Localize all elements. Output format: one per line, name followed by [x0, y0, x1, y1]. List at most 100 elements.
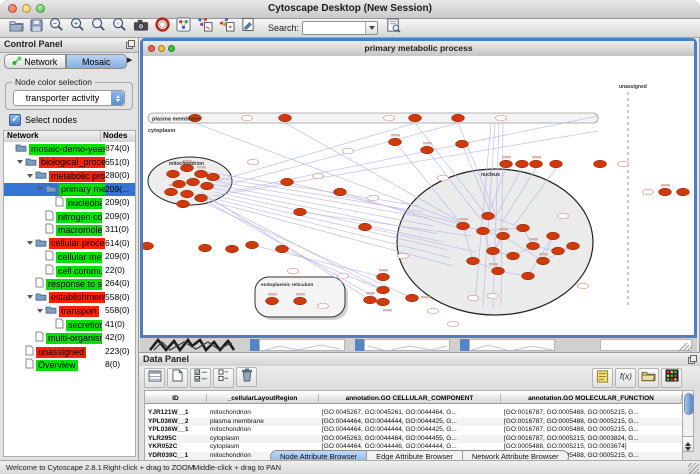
disclosure-arrow-icon[interactable] [27, 170, 35, 184]
tree-row[interactable]: cellular process614(0) [4, 237, 135, 251]
tree-row[interactable]: metabolic process280(0) [4, 169, 135, 183]
network-node[interactable] [377, 273, 390, 281]
node-color-dropdown[interactable]: transporter activity [13, 90, 125, 106]
network-node[interactable] [195, 170, 208, 178]
table-cell[interactable]: [GO:0016787, GO:0005488, GO:0005215, G..… [501, 418, 682, 427]
network-node[interactable] [281, 178, 294, 186]
network-node[interactable] [537, 257, 550, 265]
table-cell[interactable]: [GO:0045263, GO:0044464, GO:0044455, G..… [319, 435, 501, 444]
background-window-tab[interactable] [460, 339, 469, 351]
tab-network[interactable]: Network [4, 54, 66, 69]
table-scrollbar[interactable] [682, 390, 694, 452]
table-cell[interactable]: [GO:0044464, GO:0044444, GO:0044425, G..… [319, 418, 501, 427]
table-cell[interactable]: YJR121W__1 [145, 409, 207, 418]
tree-row[interactable]: cellular metabo209(0) [4, 250, 135, 264]
help-button[interactable] [153, 19, 172, 35]
network-node[interactable] [364, 296, 377, 304]
table-cell[interactable]: mitochondrion [207, 409, 319, 418]
save-button[interactable] [28, 20, 45, 36]
tree-row[interactable]: unassigned223(0) [4, 345, 135, 359]
tree-row[interactable]: biological_process651(0) [4, 156, 135, 170]
background-window[interactable] [600, 339, 692, 351]
table-cell[interactable]: [GO:0045267, GO:0045261, GO:0044464, G..… [319, 409, 501, 418]
network-node[interactable] [497, 232, 510, 240]
zoom-window-button[interactable] [36, 4, 45, 13]
network-node[interactable] [567, 242, 580, 250]
function-builder-button[interactable]: f(x) [615, 368, 636, 388]
background-window-tab[interactable] [250, 339, 259, 351]
disclosure-arrow-icon[interactable] [37, 183, 45, 197]
tree-row[interactable]: response to stimulu264(0) [4, 277, 135, 291]
network-node[interactable] [167, 170, 180, 178]
network-node[interactable] [279, 114, 292, 122]
tab-overflow-arrow[interactable]: ▶ [127, 54, 135, 69]
table-cell[interactable]: YLR295C [145, 435, 207, 444]
table-cell[interactable]: YPL036W__2 [145, 418, 207, 427]
scrollbar-thumb[interactable] [684, 393, 694, 415]
network-node[interactable] [226, 245, 239, 253]
inner-close-button[interactable] [148, 45, 155, 52]
search-options-button[interactable] [384, 20, 403, 36]
network-node[interactable] [359, 223, 372, 231]
network-node[interactable] [266, 297, 279, 305]
background-window[interactable] [469, 339, 555, 351]
disclosure-arrow-icon[interactable] [37, 305, 45, 319]
network-node[interactable] [452, 114, 465, 122]
network-node[interactable] [457, 222, 470, 230]
network-node[interactable] [517, 224, 530, 232]
network-node[interactable] [467, 257, 480, 265]
table-cell[interactable]: mitochondrion [207, 426, 319, 435]
network-node[interactable] [406, 294, 419, 302]
network-node[interactable] [181, 190, 194, 198]
network-node[interactable] [199, 244, 212, 252]
zoom-fit-button[interactable]: ▫ [110, 19, 129, 35]
attribute-matrix-button[interactable] [661, 368, 682, 388]
column-header[interactable]: annotation.GO CELLULAR_COMPONENT [319, 394, 501, 404]
network-node[interactable] [294, 297, 307, 305]
zoom-selected-button[interactable] [89, 19, 108, 35]
network-node[interactable] [492, 267, 505, 275]
network-node[interactable] [677, 188, 690, 196]
disclosure-arrow-icon[interactable] [17, 156, 25, 170]
network-canvas[interactable]: plasma membranecytoplasmmitochondrionnuc… [143, 56, 694, 335]
network-overview-button[interactable] [174, 19, 193, 35]
tree-row[interactable]: nitrogen compo209(0) [4, 210, 135, 224]
table-cell[interactable]: [GO:0016787, GO:0005488, GO:0005215, G..… [501, 409, 682, 418]
network-node[interactable] [187, 178, 200, 186]
zoom-out-button[interactable]: − [47, 19, 66, 35]
network-node[interactable] [195, 194, 208, 202]
network-node[interactable] [527, 242, 540, 250]
search-input[interactable] [303, 23, 365, 33]
network-node[interactable] [334, 188, 347, 196]
tree-row[interactable]: nucleobase-209(0) [4, 196, 135, 210]
network-node[interactable] [547, 232, 560, 240]
network-node[interactable] [377, 298, 390, 306]
attribute-table-button[interactable] [144, 368, 165, 388]
close-button[interactable] [8, 4, 17, 13]
open-button[interactable] [7, 20, 26, 36]
network-node[interactable] [530, 160, 543, 168]
network-window-titlebar[interactable]: primary metabolic process [143, 41, 694, 57]
attribute-editor-button[interactable] [592, 368, 613, 388]
tab-mosaic[interactable]: Mosaic [66, 54, 128, 69]
import-attributes-button[interactable] [638, 368, 659, 388]
column-header[interactable]: _cellularLayoutRegion [207, 394, 319, 404]
network-node[interactable] [594, 160, 607, 168]
snapshot-button[interactable] [131, 20, 151, 36]
network-node[interactable] [389, 138, 402, 146]
network-node[interactable] [477, 227, 490, 235]
network-node[interactable] [173, 180, 186, 188]
minimize-button[interactable] [22, 4, 31, 13]
network-node[interactable] [143, 242, 154, 250]
network-node[interactable] [487, 247, 500, 255]
network-node[interactable] [507, 252, 520, 260]
annotation-button[interactable] [239, 19, 257, 35]
column-header[interactable]: ID [145, 394, 207, 404]
network-node[interactable] [409, 114, 422, 122]
network-node[interactable] [552, 247, 565, 255]
network-node[interactable] [246, 241, 259, 249]
float-panel-icon[interactable] [126, 40, 135, 51]
background-window[interactable] [364, 339, 450, 351]
inner-zoom-button[interactable] [168, 45, 175, 52]
table-row[interactable]: YPL036W__2plasma membrane[GO:0044464, GO… [145, 418, 682, 427]
